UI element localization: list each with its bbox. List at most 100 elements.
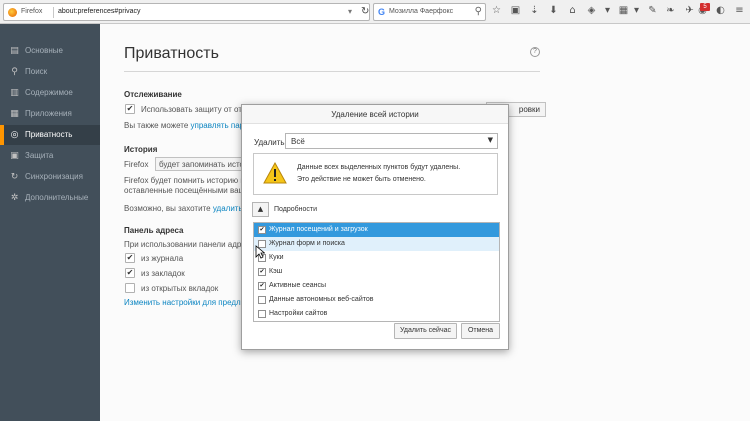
item-checkbox[interactable] [258, 296, 266, 304]
star-icon[interactable]: ☆ [490, 4, 503, 18]
bookmark-pin-icon[interactable]: ✎ [646, 4, 659, 18]
sidebar-item-security[interactable]: ▣ Защита [0, 146, 100, 166]
browser-toolbar: Firefox about:preferences#privacy ▾ ↻ G … [0, 0, 750, 24]
sidebar-item-privacy[interactable]: ◎ Приватность [0, 125, 100, 145]
applications-icon: ▦ [10, 109, 19, 119]
warning-box: Данные всех выделенных пунктов будут уда… [253, 153, 498, 195]
extension-icon[interactable]: ◐ [714, 4, 727, 18]
warning-line-1: Данные всех выделенных пунктов будут уда… [297, 164, 461, 171]
sidebar-item-label: Защита [25, 151, 54, 160]
details-toggle-button[interactable]: ▲ [252, 202, 269, 217]
address-bar-heading: Панель адреса [124, 226, 184, 235]
leaf-icon[interactable]: ❧ [664, 4, 677, 18]
change-suggestion-settings-link[interactable]: Изменить настройки для предл [124, 298, 241, 307]
sidebar-item-label: Синхронизация [25, 172, 83, 181]
reload-icon[interactable]: ↻ [361, 6, 369, 17]
sidebar-item-sync[interactable]: ↻ Синхронизация [0, 167, 100, 187]
item-label: Журнал посещений и загрузок [269, 226, 368, 233]
chevron-down-icon: ▼ [487, 136, 493, 144]
grid-icon[interactable]: ▦ [617, 4, 630, 18]
url-text[interactable]: about:preferences#privacy [58, 8, 141, 15]
address-bar-desc: При использовании панели адр [124, 240, 242, 249]
clear-now-button[interactable]: Удалить сейчас [394, 323, 457, 339]
item-label: Журнал форм и поиска [269, 240, 345, 247]
list-item-offline-data[interactable]: Данные автономных веб-сайтов [254, 293, 499, 307]
tracking-protection-checkbox[interactable] [125, 104, 135, 114]
history-mode-select[interactable]: будет запоминать исто [155, 157, 245, 171]
history-mode-value: будет запоминать исто [159, 160, 244, 169]
identity-label[interactable]: Firefox [21, 8, 42, 15]
item-checkbox[interactable] [258, 282, 266, 290]
history-desc-line1: Firefox будет помнить историю п [124, 176, 245, 185]
dialog-title: Удаление всей истории [242, 105, 508, 124]
lock-icon: ▣ [10, 151, 19, 161]
history-dropdown-icon[interactable]: ▾ [348, 7, 352, 16]
list-item-browsing-history[interactable]: Журнал посещений и загрузок [254, 223, 499, 237]
history-desc-line2: оставленные посещёнными ваш [124, 186, 245, 195]
history-firefox-label: Firefox [124, 160, 149, 169]
clear-items-list: Журнал посещений и загрузок Журнал форм … [253, 222, 500, 322]
cancel-button[interactable]: Отмена [461, 323, 500, 339]
list-item-site-settings[interactable]: Настройки сайтов [254, 307, 499, 321]
list-item-active-sessions[interactable]: Активные сеансы [254, 279, 499, 293]
sidebar-item-general[interactable]: ▤ Основные [0, 41, 100, 61]
mouse-pointer-icon [255, 245, 265, 259]
item-checkbox[interactable] [258, 226, 266, 234]
list-item-cache[interactable]: Кэш [254, 265, 499, 279]
suggest-open-tabs-checkbox[interactable] [125, 283, 135, 293]
sidebar-item-advanced[interactable]: ✲ Дополнительные [0, 188, 100, 208]
sidebar-item-label: Поиск [25, 67, 48, 76]
menu-icon[interactable]: ≡ [733, 4, 746, 18]
item-checkbox[interactable] [258, 310, 266, 318]
list-item-cookies[interactable]: Куки [254, 251, 499, 265]
url-bar[interactable]: Firefox about:preferences#privacy ▾ ↻ [3, 3, 370, 21]
downloads-icon[interactable]: ⇣ [528, 4, 541, 18]
time-range-label: Удалить: [254, 138, 287, 147]
sync-icon: ↻ [10, 172, 19, 182]
downloads-arrow-icon[interactable]: ⬇ [547, 4, 560, 18]
suggest-bookmarks-checkbox[interactable] [125, 268, 135, 278]
history-heading: История [124, 145, 158, 154]
firefox-logo-icon [8, 8, 17, 17]
page-title: Приватность [124, 45, 219, 62]
pocket-icon[interactable]: ◈ [585, 4, 598, 18]
suggest-bookmarks-label: из закладок [141, 269, 185, 278]
item-label: Данные автономных веб-сайтов [269, 296, 374, 303]
notification-badge: 5 [700, 3, 710, 11]
home-icon[interactable]: ⌂ [566, 4, 579, 18]
list-item-form-history[interactable]: Журнал форм и поиска [254, 237, 499, 251]
addon-icon[interactable]: ✈ [683, 4, 696, 18]
item-label: Активные сеансы [269, 282, 327, 289]
item-label: Куки [269, 254, 284, 261]
suggest-history-checkbox[interactable] [125, 253, 135, 263]
search-input[interactable]: Мозилла Фаерфокс [389, 8, 453, 15]
details-label: Подробности [274, 206, 318, 213]
overflow-chevron-icon[interactable]: ▾ [601, 4, 614, 18]
item-checkbox[interactable] [258, 268, 266, 276]
delete-history-link[interactable]: удалить [213, 204, 243, 213]
privacy-mask-icon: ◎ [10, 130, 19, 140]
clear-history-dialog: Удаление всей истории Удалить: Всё ▼ Дан… [241, 104, 509, 350]
url-separator [53, 7, 54, 18]
advanced-icon: ✲ [10, 193, 19, 203]
sidebar-item-label: Приватность [25, 130, 73, 139]
preferences-sidebar: ▤ Основные ⚲ Поиск ▥ Содержимое ▦ Прилож… [0, 24, 100, 421]
also-can-label: Вы также можете [124, 121, 189, 130]
help-icon[interactable]: ? [530, 47, 540, 57]
title-divider [124, 71, 540, 72]
general-icon: ▤ [10, 46, 19, 56]
search-bar[interactable]: G Мозилла Фаерфокс ⚲ [373, 3, 486, 21]
warning-icon [263, 162, 287, 184]
time-range-select[interactable]: Всё ▼ [285, 133, 498, 149]
sidebar-item-applications[interactable]: ▦ Приложения [0, 104, 100, 124]
tracking-settings-label: ровки [518, 105, 540, 114]
sidebar-item-content[interactable]: ▥ Содержимое [0, 83, 100, 103]
sidebar-item-search[interactable]: ⚲ Поиск [0, 62, 100, 82]
grid-dropdown-icon[interactable]: ▾ [630, 4, 643, 18]
search-icon[interactable]: ⚲ [475, 6, 482, 17]
warning-line-2: Это действие не может быть отменено. [297, 176, 426, 183]
suggest-open-tabs-label: из открытых вкладок [141, 284, 219, 293]
manage-tracking-link[interactable]: управлять пар [191, 121, 245, 130]
reading-list-icon[interactable]: ▣ [509, 4, 522, 18]
content-icon: ▥ [10, 88, 19, 98]
